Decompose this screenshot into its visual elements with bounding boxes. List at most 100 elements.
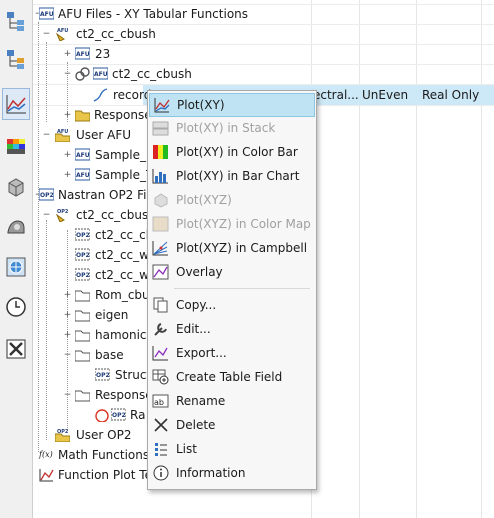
op2-file-icon: OP2 <box>75 228 90 241</box>
folder-icon <box>75 310 90 322</box>
svg-text:AFU: AFU <box>57 28 68 34</box>
menu-item-list[interactable]: List <box>149 438 315 460</box>
tree-node-struct[interactable]: OP2 Struct <box>33 365 151 385</box>
folder-icon <box>75 390 90 402</box>
selected-cell-type: ectral... <box>313 88 359 102</box>
menu-item-edit[interactable]: Edit... <box>149 318 315 340</box>
tree-icon-2[interactable] <box>2 44 30 74</box>
color-map-icon[interactable] <box>2 132 30 162</box>
delete-icon <box>154 418 168 432</box>
rename-icon: ab <box>152 394 169 408</box>
svg-text:AFU: AFU <box>76 51 90 58</box>
menu-item-plot-xy-colorbar[interactable]: Plot(XY) in Color Bar <box>149 141 315 163</box>
bar-chart-icon <box>152 169 168 184</box>
op2-folder-icon: OP2 <box>55 429 70 442</box>
afu-folder-icon: AFU <box>55 129 70 142</box>
svg-text:ab: ab <box>154 398 164 407</box>
clock-icon[interactable] <box>2 292 30 322</box>
selected-cell-spacing: UnEven <box>362 88 409 102</box>
svg-text:OP2: OP2 <box>76 272 90 279</box>
fx-icon: f(x) <box>39 450 53 459</box>
tools-icon[interactable] <box>2 334 30 364</box>
tree-node-base[interactable]: − base <box>33 345 143 365</box>
menu-item-create-table-field[interactable]: Create Table Field <box>149 366 315 388</box>
op2-file-icon: OP2 <box>111 408 126 421</box>
afu-record-icon: AFU <box>75 47 90 60</box>
op2-file-icon: OP2 <box>95 368 110 381</box>
folder-icon <box>75 110 90 122</box>
svg-text:AFU: AFU <box>40 11 54 18</box>
tree-node-ct2-cc-wi-2[interactable]: OP2 ct2_cc_wi <box>33 265 152 285</box>
tree-node-ct2-cc-cb[interactable]: OP2 ct2_cc_cb <box>33 225 153 245</box>
svg-text:AFU: AFU <box>94 71 108 78</box>
folder-icon <box>75 350 90 362</box>
list-icon <box>155 443 167 456</box>
tree-node-rom-cbu[interactable]: + Rom_cbu <box>33 285 150 305</box>
svg-text:OP2: OP2 <box>76 252 90 259</box>
overlay-icon <box>152 264 169 280</box>
tree-node-function-plot[interactable]: Function Plot Te <box>33 465 163 485</box>
menu-item-plot-xy-barchart[interactable]: Plot(XY) in Bar Chart <box>149 165 315 187</box>
context-menu: Plot(XY) Plot(XY) in Stack Plot(XY) in C… <box>147 90 317 490</box>
afu-folder-icon: AFU <box>55 28 68 41</box>
tree-node-ct2-cc-cbush-op2[interactable]: − OP2 ct2_cc_cbush <box>33 205 156 225</box>
tree-icon[interactable] <box>2 6 30 36</box>
menu-item-plot-xyz-colormap[interactable]: Plot(XYZ) in Color Map <box>149 213 315 235</box>
menu-item-delete[interactable]: Delete <box>149 414 315 436</box>
left-toolbar <box>0 0 33 518</box>
afu-file-icon: AFU <box>75 148 90 161</box>
part-icon[interactable] <box>2 172 30 202</box>
op2-file-icon: OP2 <box>75 268 90 281</box>
svg-text:OP2: OP2 <box>40 192 54 199</box>
export-icon <box>152 346 168 361</box>
folder-icon <box>75 290 90 302</box>
link-icon <box>75 67 90 81</box>
menu-item-plot-xy-stack[interactable]: Plot(XY) in Stack <box>149 117 315 139</box>
tree-node-ct2-cc-wi-1[interactable]: OP2 ct2_cc_wi <box>33 245 152 265</box>
tree-node-nastran-op2[interactable]: − OP2 Nastran OP2 File <box>33 185 158 205</box>
xy-plot-icon <box>154 98 170 113</box>
svg-text:AFU: AFU <box>76 152 90 159</box>
menu-item-plot-xyz-campbell[interactable]: Plot(XYZ) in Campbell <box>149 237 315 259</box>
tree-node-user-afu[interactable]: − AFU User AFU <box>33 125 143 145</box>
folder-icon <box>75 330 90 342</box>
tree-node-user-op2[interactable]: OP2 User OP2 <box>33 425 143 445</box>
svg-text:OP2: OP2 <box>57 209 69 215</box>
menu-item-information[interactable]: Information <box>149 462 315 484</box>
tree-node-math-functions[interactable]: f(x) Math Functions <box>33 445 163 465</box>
table-add-icon <box>152 369 169 385</box>
color-map-icon <box>152 216 169 232</box>
tree-node-ct2-cc-cbush[interactable]: − AFU ct2_cc_cbush <box>33 24 233 44</box>
xy-plot-icon[interactable] <box>2 88 30 120</box>
info-icon <box>153 465 169 481</box>
op2-file-icon: OP2 <box>75 248 90 261</box>
menu-item-plot-xyz[interactable]: Plot(XYZ) <box>149 189 315 211</box>
tree-node-eigen[interactable]: + eigen <box>33 305 143 325</box>
svg-text:OP2: OP2 <box>96 372 110 379</box>
tree-node-response[interactable]: + Response <box>33 105 152 125</box>
menu-item-rename[interactable]: ab Rename <box>149 390 315 412</box>
tree-node-ra[interactable]: OP2 Ra <box>33 405 145 425</box>
globe-icon[interactable] <box>2 252 30 282</box>
mesh-icon[interactable] <box>2 212 30 242</box>
tree-node-hamonic[interactable]: + hamonic <box>33 325 147 345</box>
menu-item-plot-xy[interactable]: Plot(XY) <box>149 93 315 117</box>
tree-node-ct2-cc-cbush-link[interactable]: − AFU ct2_cc_cbush <box>33 64 233 84</box>
menu-item-export[interactable]: Export... <box>149 342 315 364</box>
curve-icon <box>93 88 108 102</box>
tree-node-sample-t[interactable]: + AFU Sample_T <box>33 165 154 185</box>
xyz-plot-icon <box>154 193 168 208</box>
menu-item-overlay[interactable]: Overlay <box>149 261 315 283</box>
plot-icon <box>39 469 54 482</box>
svg-text:OP2: OP2 <box>76 232 90 239</box>
copy-icon <box>153 297 168 313</box>
campbell-icon <box>152 241 168 256</box>
menu-item-copy[interactable]: Copy... <box>149 294 315 316</box>
tree-node-23[interactable]: + AFU 23 <box>33 44 193 64</box>
wrench-icon <box>154 323 167 336</box>
op2-circle-icon <box>95 409 109 422</box>
tree-node-response-2[interactable]: − Response <box>33 385 153 405</box>
afu-record-icon: AFU <box>93 67 108 80</box>
tree-node-afu-files[interactable]: − AFU AFU Files - XY Tabular Functions <box>33 4 453 24</box>
tree-node-sample-f[interactable]: + AFU Sample_F <box>33 145 153 165</box>
